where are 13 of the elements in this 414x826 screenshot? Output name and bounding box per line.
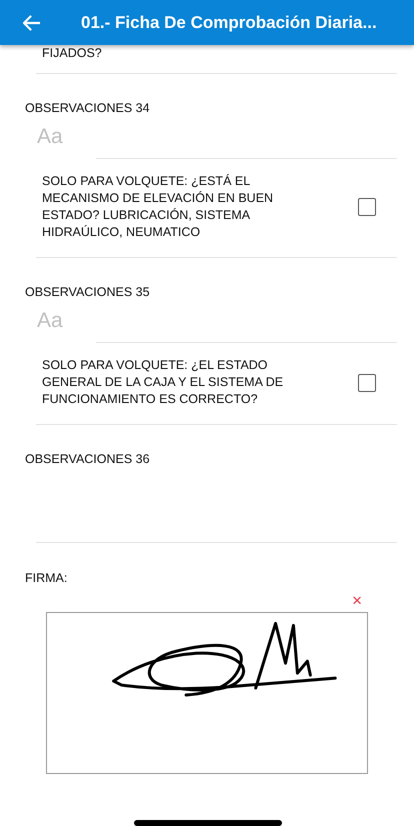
- signature-pad[interactable]: [46, 612, 368, 774]
- back-arrow-icon[interactable]: [23, 14, 41, 30]
- question-text: SOLO PARA VOLQUETE: ¿EL ESTADO GENERAL DE LA CAJA Y EL SISTEMA DE FUNCIONAMIENTO ES CORRECTO?: [42, 357, 284, 408]
- question-text: FIJADOS?: [42, 45, 103, 62]
- clear-button[interactable]: ×: [352, 592, 362, 610]
- field-label: OBSERVACIONES 36: [25, 452, 151, 466]
- field-label: OBSERVACIONES 35: [25, 285, 151, 299]
- checkbox[interactable]: [358, 374, 376, 392]
- field-label: OBSERVACIONES 34: [25, 101, 151, 115]
- screen-title: 01.- Ficha De Comprobación Diaria...: [81, 12, 377, 32]
- field-label: FIRMA:: [25, 571, 68, 585]
- checkbox[interactable]: [358, 198, 376, 216]
- question-text: SOLO PARA VOLQUETE: ¿ESTÁ EL MECANISMO DE ELEVACIÓN EN BUEN ESTADO? LUBRICACIÓN, SISTEMA HIDRAÚLICO, NEUMATICO: [42, 173, 274, 241]
